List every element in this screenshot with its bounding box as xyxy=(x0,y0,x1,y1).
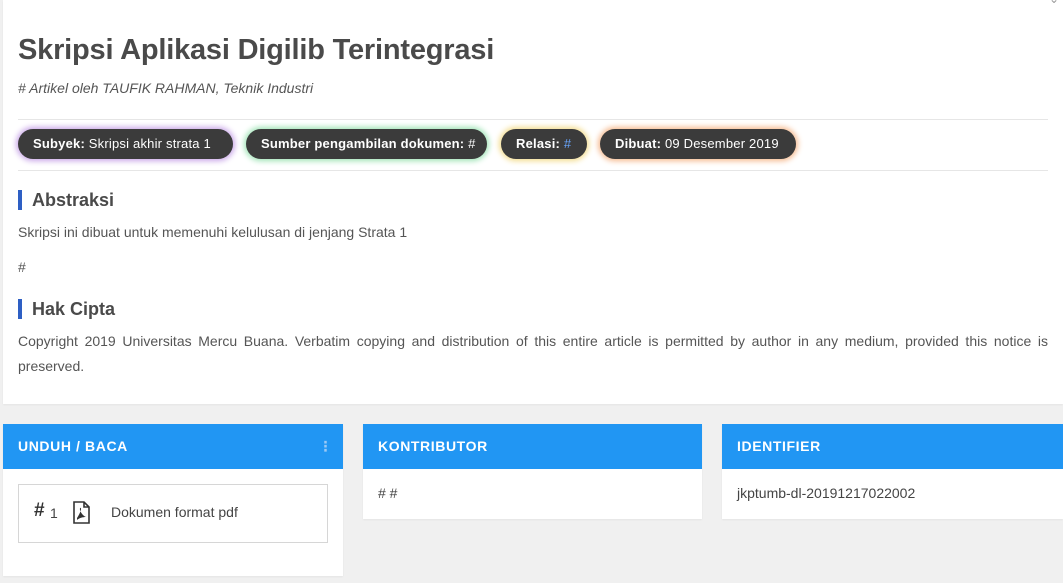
chevron-icon[interactable]: ⌄ xyxy=(1049,0,1059,6)
divider xyxy=(18,119,1048,120)
kontributor-panel: KONTRIBUTOR # # xyxy=(363,424,702,519)
tag-dibuat-value: 09 Desember 2019 xyxy=(664,136,779,151)
tag-subyek-label: Subyek: xyxy=(33,136,85,151)
document-number: 1 xyxy=(50,505,58,521)
tag-subyek-value: Skripsi akhir strata 1 xyxy=(88,136,211,151)
article-byline: # Artikel oleh TAUFIK RAHMAN, Teknik Ind… xyxy=(18,80,314,96)
tag-sumber-label: Sumber pengambilan dokumen: xyxy=(261,136,465,151)
tag-sumber[interactable]: Sumber pengambilan dokumen: # xyxy=(246,129,487,159)
kontributor-panel-title: KONTRIBUTOR xyxy=(378,438,488,454)
unduh-panel-header: UNDUH / BACA ⋮ xyxy=(3,424,343,469)
tag-sumber-value: # xyxy=(468,136,476,151)
tag-subyek[interactable]: Subyek: Skripsi akhir strata 1 xyxy=(18,129,233,159)
article-card: ⌄ Skripsi Aplikasi Digilib Terintegrasi … xyxy=(3,0,1063,404)
divider xyxy=(18,170,1048,171)
abstraksi-heading: Abstraksi xyxy=(18,190,114,210)
abstraksi-extra: # xyxy=(18,259,26,275)
document-item[interactable]: # 1 Dokumen format pdf xyxy=(18,484,328,543)
unduh-panel-title: UNDUH / BACA xyxy=(18,438,128,454)
document-label[interactable]: Dokumen format pdf xyxy=(111,504,238,520)
identifier-panel-header: IDENTIFIER xyxy=(722,424,1063,469)
identifier-panel: IDENTIFIER jkptumb-dl-20191217022002 xyxy=(722,424,1063,519)
identifier-text: jkptumb-dl-20191217022002 xyxy=(737,485,916,501)
kontributor-text: # # xyxy=(378,485,398,501)
document-hash: # xyxy=(34,500,45,521)
unduh-panel: UNDUH / BACA ⋮ # 1 Dokumen format pdf xyxy=(3,424,343,576)
tag-dibuat-label: Dibuat: xyxy=(615,136,662,151)
kontributor-panel-header: KONTRIBUTOR xyxy=(363,424,702,469)
identifier-panel-title: IDENTIFIER xyxy=(737,438,821,454)
hak-cipta-heading: Hak Cipta xyxy=(18,299,115,319)
kebab-icon[interactable]: ⋮ xyxy=(318,424,333,469)
tag-dibuat[interactable]: Dibuat: 09 Desember 2019 xyxy=(600,129,796,159)
tag-relasi-link[interactable]: # xyxy=(564,136,571,151)
tag-relasi[interactable]: Relasi: # xyxy=(501,129,587,159)
hak-cipta-text: Copyright 2019 Universitas Mercu Buana. … xyxy=(18,333,1048,374)
page-title: Skripsi Aplikasi Digilib Terintegrasi xyxy=(18,34,495,66)
pdf-file-icon xyxy=(73,501,90,524)
abstraksi-text: Skripsi ini dibuat untuk memenuhi kelulu… xyxy=(18,224,408,240)
tag-relasi-label: Relasi: xyxy=(516,136,561,151)
